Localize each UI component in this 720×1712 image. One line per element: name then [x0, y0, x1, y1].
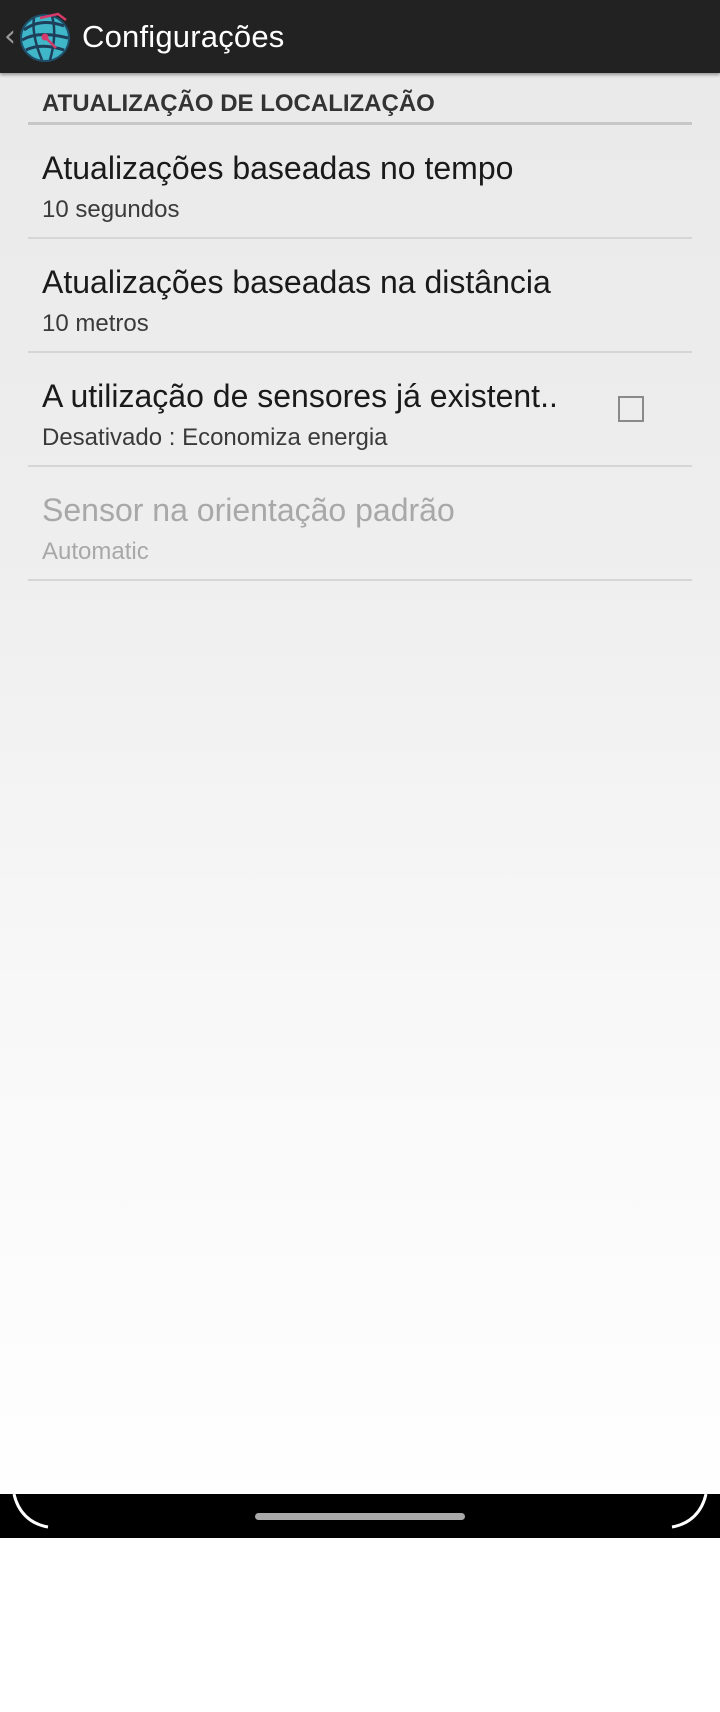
pref-distance-based-updates[interactable]: Atualizações baseadas na distância 10 me… [28, 239, 692, 353]
pref-summary: Desativado : Economiza energia [42, 424, 388, 451]
screen-corner-left [12, 1494, 49, 1529]
pref-summary: Automatic [42, 538, 149, 565]
settings-screen: ‹ Configurações ATUALIZAÇÃO DE LOCALIZAÇ… [0, 0, 720, 1538]
pref-title: A utilização de sensores já existent.. [42, 378, 558, 414]
pref-summary: 10 segundos [42, 196, 180, 223]
pref-title: Atualizações baseadas na distância [42, 264, 551, 300]
pref-sensor-default-orientation: Sensor na orientação padrão Automatic [28, 467, 692, 581]
pref-use-existing-sensors[interactable]: A utilização de sensores já existent.. D… [28, 353, 692, 467]
up-navigation-button[interactable]: ‹ [0, 0, 82, 73]
pref-summary: 10 metros [42, 310, 149, 337]
chevron-left-icon: ‹ [4, 18, 16, 54]
action-bar: ‹ Configurações [0, 0, 720, 73]
pref-title: Sensor na orientação padrão [42, 492, 455, 528]
preferences-list: ATUALIZAÇÃO DE LOCALIZAÇÃO Atualizações … [28, 73, 692, 581]
pref-title: Atualizações baseadas no tempo [42, 150, 514, 186]
use-sensors-checkbox[interactable] [618, 396, 644, 422]
category-header-location-updates: ATUALIZAÇÃO DE LOCALIZAÇÃO [28, 73, 692, 125]
screen-corner-right [671, 1494, 708, 1529]
page-title: Configurações [82, 18, 285, 54]
app-logo-icon [20, 12, 70, 62]
navigation-bar [0, 1494, 720, 1538]
pref-time-based-updates[interactable]: Atualizações baseadas no tempo 10 segund… [28, 125, 692, 239]
home-indicator[interactable] [255, 1513, 465, 1520]
